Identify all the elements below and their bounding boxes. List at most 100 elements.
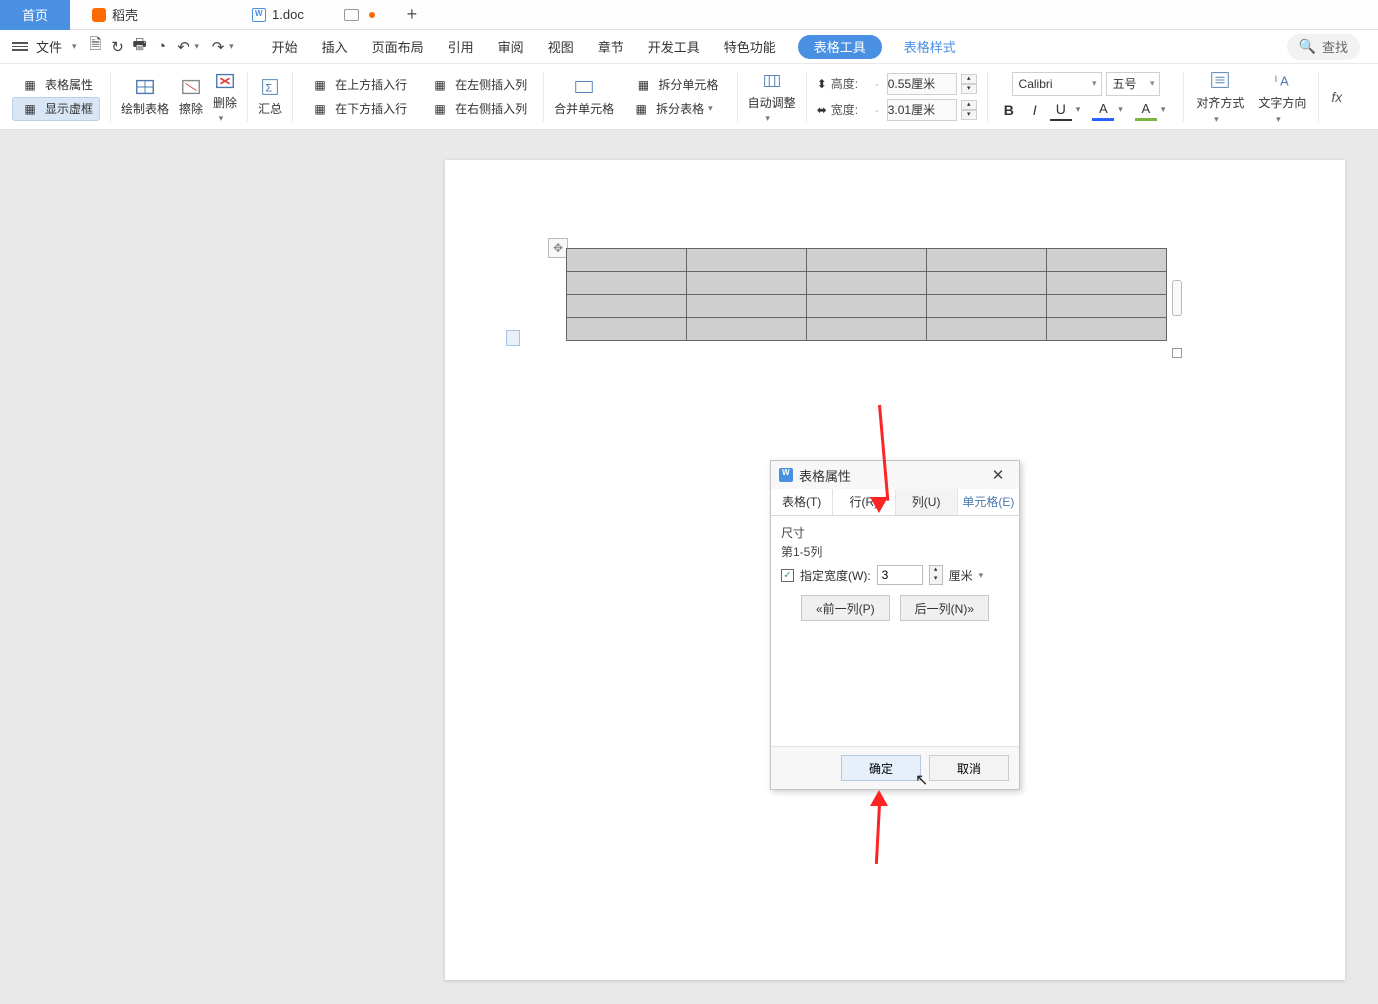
col-width-icon: ⬌	[817, 103, 827, 117]
split-cells-button[interactable]: ▦ 拆分单元格	[626, 73, 724, 97]
summary-button[interactable]: Σ 汇总	[254, 74, 286, 119]
text-direction-button[interactable]: IA 文字方向▾	[1252, 65, 1312, 129]
merge-cells-button[interactable]: 合并单元格	[550, 74, 618, 119]
split-table-button[interactable]: ▦ 拆分表格▾	[624, 97, 727, 121]
chevron-down-icon[interactable]: ▾	[1076, 104, 1081, 115]
bold-button[interactable]: B	[998, 99, 1020, 121]
draw-table-button[interactable]: 绘制表格	[117, 74, 173, 119]
doc-icon	[252, 8, 266, 22]
ribbon-tab-review[interactable]: 审阅	[486, 30, 536, 64]
unsaved-dot-icon	[369, 12, 375, 18]
chevron-down-icon[interactable]: ▾	[195, 41, 200, 52]
chevron-down-icon[interactable]: ▾	[1118, 104, 1123, 115]
hamburger-icon	[12, 42, 28, 51]
show-gridlines-button[interactable]: ▦ 显示虚框	[12, 97, 100, 121]
tab-add-button[interactable]: +	[397, 4, 427, 25]
chevron-down-icon: ▾	[72, 41, 77, 52]
alignment-button[interactable]: 对齐方式▾	[1190, 65, 1250, 129]
height-spinner[interactable]: ▴▾	[961, 74, 977, 94]
save-as-icon[interactable]: ↻	[107, 36, 129, 58]
ribbon-tab-view[interactable]: 视图	[536, 30, 586, 64]
file-menu[interactable]: 文件 ▾	[12, 37, 85, 56]
dialog-close-button[interactable]: ✕	[985, 466, 1011, 484]
svg-text:A: A	[1281, 73, 1290, 88]
font-size-select[interactable]: 五号	[1106, 72, 1160, 96]
ribbon-tab-table-style[interactable]: 表格样式	[892, 30, 968, 64]
width-input[interactable]: 3.01厘米	[887, 99, 957, 121]
font-color-button[interactable]: A	[1092, 99, 1114, 121]
table-properties-icon: ▦	[19, 74, 41, 96]
insert-rows-group: ▦ 在上方插入行 ▦ 在下方插入行	[299, 67, 417, 127]
insert-row-above-button[interactable]: ▦ 在上方插入行	[303, 73, 413, 97]
print-preview-icon[interactable]: ◔	[151, 36, 173, 58]
ribbon-tab-features[interactable]: 特色功能	[712, 30, 788, 64]
chevron-down-icon[interactable]: ▾	[229, 41, 234, 52]
table-properties-button[interactable]: ▦ 表格属性	[13, 73, 99, 97]
cancel-button[interactable]: 取消	[929, 755, 1009, 781]
ribbon-tab-section[interactable]: 章节	[586, 30, 636, 64]
tab-home[interactable]: 首页	[0, 0, 70, 30]
chevron-down-icon: ▾	[219, 113, 224, 124]
split-cells-icon: ▦	[632, 74, 654, 96]
auto-fit-button[interactable]: 自动调整▾	[744, 68, 800, 126]
summary-icon: Σ	[259, 76, 281, 98]
ribbon-tab-developer[interactable]: 开发工具	[636, 30, 712, 64]
dialog-tab-cell[interactable]: 单元格(E)	[958, 489, 1019, 515]
insert-col-left-button[interactable]: ▦ 在左侧插入列	[423, 73, 533, 97]
italic-button[interactable]: I	[1024, 99, 1046, 121]
print-icon[interactable]: 🖶	[129, 36, 151, 58]
column-width-input[interactable]	[877, 565, 923, 585]
font-family-select[interactable]: Calibri	[1012, 72, 1102, 96]
next-column-button[interactable]: 后一列(N)»	[900, 595, 989, 621]
column-width-spinner[interactable]: ▴▾	[929, 565, 943, 585]
highlight-button[interactable]: A	[1135, 99, 1157, 121]
height-input[interactable]: 0.55厘米	[887, 73, 957, 95]
tab-window-indicator[interactable]	[326, 0, 383, 30]
table-resize-handle[interactable]	[1172, 348, 1182, 358]
ribbon-tab-layout[interactable]: 页面布局	[360, 30, 436, 64]
specify-width-checkbox[interactable]: ✓	[781, 569, 794, 582]
ribbon-tab-start[interactable]: 开始	[260, 30, 310, 64]
dialog-tab-table[interactable]: 表格(T)	[771, 489, 833, 515]
prev-column-button[interactable]: «前一列(P)	[801, 595, 890, 621]
ribbon-tab-references[interactable]: 引用	[436, 30, 486, 64]
width-spinner[interactable]: ▴▾	[961, 100, 977, 120]
table-move-handle[interactable]: ✥	[548, 238, 568, 258]
ribbon-tab-insert[interactable]: 插入	[310, 30, 360, 64]
chevron-down-icon[interactable]: ▾	[1161, 104, 1166, 115]
tab-document-label: 1.doc	[272, 7, 304, 22]
ribbon-tab-table-tools[interactable]: 表格工具	[798, 35, 882, 59]
dialog-tabs: 表格(T) 行(R) 列(U) 单元格(E)	[771, 489, 1019, 516]
delete-button[interactable]: 删除▾	[209, 68, 241, 126]
svg-text:Σ: Σ	[265, 83, 272, 95]
save-icon[interactable]: 🗎	[85, 36, 107, 58]
search-box[interactable]: 🔍 查找	[1287, 34, 1360, 60]
underline-button[interactable]: U	[1050, 99, 1072, 121]
gridlines-icon: ▦	[19, 98, 41, 120]
undo-icon[interactable]: ↶	[173, 36, 195, 58]
formula-button[interactable]: fx	[1325, 85, 1348, 109]
chevron-down-icon[interactable]: ▾	[979, 570, 984, 581]
dialog-tab-column[interactable]: 列(U)	[896, 489, 958, 515]
eraser-button[interactable]: 擦除	[175, 74, 207, 119]
insert-row-below-button[interactable]: ▦ 在下方插入行	[303, 97, 413, 121]
cursor-icon: ↖	[915, 770, 928, 790]
tab-document[interactable]: 1.doc	[230, 0, 326, 30]
draw-table-icon	[134, 76, 156, 98]
dialog-tab-row[interactable]: 行(R)	[833, 489, 895, 515]
ribbon-table-options: ▦ 表格属性 ▦ 显示虚框	[8, 67, 104, 127]
app-tab-bar: 首页 稻壳 1.doc +	[0, 0, 1378, 30]
table-side-handle[interactable]	[1172, 280, 1182, 316]
ok-button[interactable]: 确定	[841, 755, 921, 781]
text-direction-icon: IA	[1271, 69, 1293, 91]
ribbon: ▦ 表格属性 ▦ 显示虚框 绘制表格 擦除 删除▾ Σ 汇总 ▦ 在上方插入行 …	[0, 64, 1378, 130]
document-table[interactable]	[566, 248, 1167, 341]
dialog-titlebar[interactable]: 表格属性 ✕	[771, 461, 1019, 489]
redo-icon[interactable]: ↷	[207, 36, 229, 58]
insert-row-below-icon: ▦	[309, 98, 331, 120]
tab-daoke[interactable]: 稻壳	[70, 0, 160, 30]
insert-col-right-button[interactable]: ▦ 在右侧插入列	[423, 97, 533, 121]
svg-text:I: I	[1275, 73, 1278, 83]
insert-col-left-icon: ▦	[429, 74, 451, 96]
delete-icon	[214, 70, 236, 92]
